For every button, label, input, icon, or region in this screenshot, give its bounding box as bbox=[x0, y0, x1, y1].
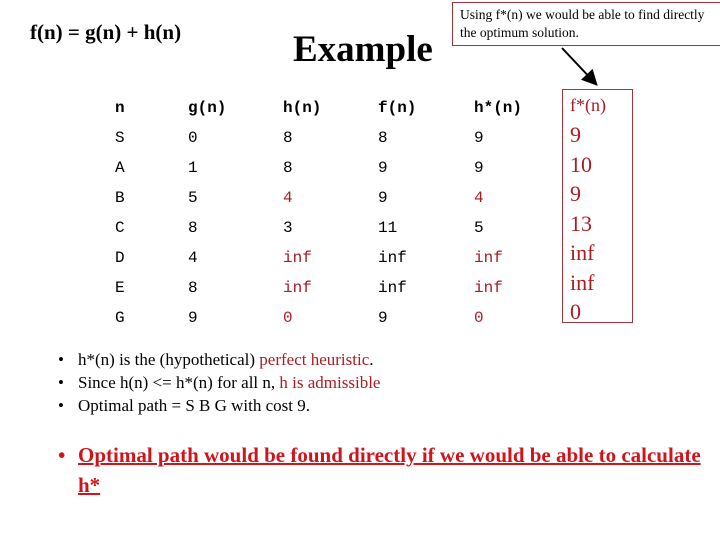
bullet-2: Since h(n) <= h*(n) for all n, h is admi… bbox=[58, 371, 380, 394]
table-cell: 8 bbox=[188, 219, 198, 237]
table-cell: A bbox=[115, 159, 125, 177]
fstar-cell: inf bbox=[570, 240, 595, 265]
column-3: f(n) 8 9 9 11 inf inf 9 bbox=[378, 93, 416, 333]
table-cell: D bbox=[115, 249, 125, 267]
table-cell: inf bbox=[378, 249, 407, 267]
table-cell: 5 bbox=[474, 219, 484, 237]
bullet-3: Optimal path = S B G with cost 9. bbox=[58, 394, 380, 417]
fstar-cell: 9 bbox=[570, 181, 581, 206]
column-0: nSABCDEG bbox=[115, 93, 125, 333]
table-cell: 3 bbox=[283, 219, 293, 237]
table-cell: inf bbox=[283, 279, 312, 297]
table-cell: inf bbox=[378, 279, 407, 297]
bullet-list: h*(n) is the (hypothetical) perfect heur… bbox=[58, 348, 380, 417]
column-2: h(n) 8 8 4 3 inf inf 0 bbox=[283, 93, 321, 333]
table-cell: 9 bbox=[474, 159, 484, 177]
table-cell: 9 bbox=[378, 189, 388, 207]
table-cell: inf bbox=[474, 279, 503, 297]
table-cell: 9 bbox=[378, 159, 388, 177]
table-cell: inf bbox=[283, 249, 312, 267]
fstar-cell: 9 bbox=[570, 122, 581, 147]
column-header: g(n) bbox=[188, 99, 227, 117]
bullet-1: h*(n) is the (hypothetical) perfect heur… bbox=[58, 348, 380, 371]
column-header: h(n) bbox=[283, 99, 322, 117]
table-cell: C bbox=[115, 219, 125, 237]
table-cell: G bbox=[115, 309, 125, 327]
table-cell: 4 bbox=[474, 189, 484, 207]
table-cell: 0 bbox=[283, 309, 293, 327]
table-cell: 8 bbox=[283, 159, 293, 177]
fstar-cell: 10 bbox=[570, 151, 592, 177]
table-cell: 8 bbox=[188, 279, 198, 297]
table-cell: 5 bbox=[188, 189, 198, 207]
table-cell: 8 bbox=[378, 129, 388, 147]
column-header: n bbox=[115, 99, 125, 117]
table-cell: 9 bbox=[378, 309, 388, 327]
conclusion-bullet: Optimal path would be found directly if … bbox=[58, 440, 718, 500]
fstar-column: f*(n) 9 10 9 13 inf inf 0 bbox=[562, 89, 633, 324]
column-header: h*(n) bbox=[474, 99, 523, 117]
table-cell: 1 bbox=[188, 159, 198, 177]
table-cell: 4 bbox=[283, 189, 293, 207]
table-cell: S bbox=[115, 129, 125, 147]
callout-box: Using f*(n) we would be able to find dir… bbox=[452, 2, 720, 46]
table-cell: 4 bbox=[188, 249, 198, 267]
table-cell: 9 bbox=[188, 309, 198, 327]
formula-heading: f(n) = g(n) + h(n) bbox=[30, 20, 182, 44]
table-cell: B bbox=[115, 189, 125, 207]
column-1: g(n) 0 1 5 8 4 8 9 bbox=[188, 93, 226, 333]
table-cell: 11 bbox=[378, 219, 398, 237]
fstar-cell: 13 bbox=[570, 210, 592, 236]
fstar-cell: 0 bbox=[570, 299, 581, 324]
fstar-cell: inf bbox=[570, 269, 595, 295]
column-header: f(n) bbox=[378, 99, 417, 117]
table-cell: E bbox=[115, 279, 125, 297]
table-cell: 0 bbox=[474, 309, 484, 327]
fstar-header: f*(n) bbox=[570, 95, 606, 115]
table-cell: 9 bbox=[474, 129, 484, 147]
table-cell: 8 bbox=[283, 129, 293, 147]
column-4: h*(n) 9 9 4 5 inf inf 0 bbox=[474, 93, 522, 333]
slide-title: Example bbox=[293, 29, 433, 70]
table-cell: inf bbox=[474, 249, 503, 267]
table-cell: 0 bbox=[188, 129, 198, 147]
